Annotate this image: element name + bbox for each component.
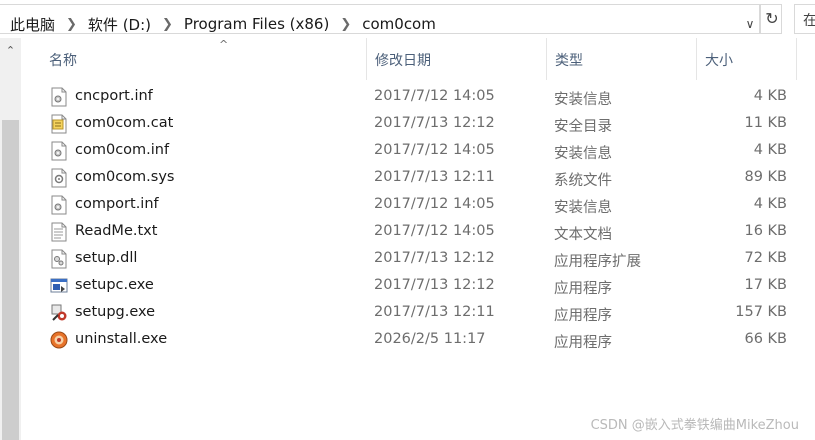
file-date: 2017/7/12 14:05 — [374, 142, 495, 158]
column-header: 名称 ^ 修改日期 类型 大小 — [21, 38, 815, 82]
file-date: 2017/7/13 12:12 — [374, 250, 495, 266]
file-date: 2017/7/13 12:12 — [374, 277, 495, 293]
file-type: 系统文件 — [554, 173, 612, 189]
file-type: 安装信息 — [554, 200, 612, 216]
file-date: 2017/7/12 14:05 — [374, 196, 495, 212]
inf-file-icon — [51, 195, 67, 215]
file-name: setup.dll — [75, 250, 138, 266]
column-name-label: 名称 — [49, 53, 77, 69]
breadcrumb-program-files[interactable]: Program Files (x86) — [182, 15, 331, 33]
scrollbar-thumb[interactable] — [2, 120, 19, 440]
file-name: com0com.sys — [75, 169, 175, 185]
file-size: 89 KB — [744, 169, 787, 185]
file-name: setupg.exe — [75, 304, 156, 320]
refresh-icon: ↻ — [765, 9, 779, 28]
chevron-right-icon[interactable]: ❯ — [331, 17, 360, 32]
file-size: 16 KB — [744, 223, 787, 239]
file-type: 应用程序 — [554, 281, 612, 297]
file-date: 2026/2/5 11:17 — [374, 331, 486, 347]
file-row[interactable]: ReadMe.txt 2017/7/12 14:05 文本文档 16 KB — [21, 219, 815, 246]
file-type: 应用程序 — [554, 308, 612, 324]
file-name: cncport.inf — [75, 88, 153, 104]
address-bar[interactable]: 此电脑 ❯ 软件 (D:) ❯ Program Files (x86) ❯ co… — [0, 4, 760, 34]
uninstall-exe-icon — [50, 331, 68, 349]
file-row[interactable]: com0com.sys 2017/7/13 12:11 系统文件 89 KB — [21, 165, 815, 192]
file-date: 2017/7/13 12:11 — [374, 304, 495, 320]
inf-file-icon — [51, 87, 67, 107]
file-type: 安装信息 — [554, 92, 612, 108]
file-date: 2017/7/13 12:11 — [374, 169, 495, 185]
file-name: ReadMe.txt — [75, 223, 158, 239]
file-name: uninstall.exe — [75, 331, 168, 347]
scroll-up-icon[interactable]: ⌃ — [3, 44, 18, 58]
breadcrumb-this-pc[interactable]: 此电脑 — [8, 14, 57, 35]
file-name: setupc.exe — [75, 277, 154, 293]
column-header-date[interactable]: 修改日期 — [367, 38, 547, 80]
file-row[interactable]: cncport.inf 2017/7/12 14:05 安装信息 4 KB — [21, 84, 815, 111]
text-file-icon — [51, 222, 67, 242]
watermark-text: CSDN @嵌入式拳铁编曲MikeZhou — [590, 418, 799, 433]
file-size: 4 KB — [753, 142, 787, 158]
column-type-label: 类型 — [555, 53, 583, 69]
column-header-type[interactable]: 类型 — [547, 38, 697, 80]
breadcrumb-com0com[interactable]: com0com — [360, 15, 438, 33]
file-type: 安装信息 — [554, 146, 612, 162]
vertical-scrollbar[interactable]: ⌃ — [0, 38, 21, 440]
file-size: 72 KB — [744, 250, 787, 266]
dll-file-icon — [51, 249, 67, 269]
gui-exe-icon — [51, 304, 67, 321]
file-row[interactable]: com0com.cat 2017/7/13 12:12 安全目录 11 KB — [21, 111, 815, 138]
catalog-file-icon — [51, 114, 67, 134]
file-size: 4 KB — [753, 88, 787, 104]
history-dropdown-icon[interactable]: ∨ — [741, 15, 759, 33]
refresh-button[interactable]: ↻ — [760, 4, 782, 34]
search-box[interactable]: 在 — [794, 4, 815, 34]
file-size: 17 KB — [744, 277, 787, 293]
sys-file-icon — [51, 168, 67, 188]
file-row[interactable]: setupg.exe 2017/7/13 12:11 应用程序 157 KB — [21, 300, 815, 327]
file-date: 2017/7/12 14:05 — [374, 223, 495, 239]
column-date-label: 修改日期 — [375, 53, 431, 69]
search-placeholder: 在 — [803, 13, 815, 29]
file-name: com0com.inf — [75, 142, 170, 158]
inf-file-icon — [51, 141, 67, 161]
file-type: 应用程序 — [554, 335, 612, 351]
chevron-right-icon[interactable]: ❯ — [57, 17, 86, 32]
file-size: 11 KB — [744, 115, 787, 131]
file-name: comport.inf — [75, 196, 159, 212]
console-exe-icon — [50, 278, 68, 293]
file-type: 文本文档 — [554, 227, 612, 243]
file-row[interactable]: setup.dll 2017/7/13 12:12 应用程序扩展 72 KB — [21, 246, 815, 273]
column-size-label: 大小 — [705, 53, 733, 69]
column-header-name[interactable]: 名称 ^ — [41, 38, 367, 80]
breadcrumb-drive-d[interactable]: 软件 (D:) — [86, 14, 153, 35]
address-bar-area: 此电脑 ❯ 软件 (D:) ❯ Program Files (x86) ❯ co… — [0, 0, 815, 38]
file-size: 157 KB — [735, 304, 787, 320]
breadcrumb: 此电脑 ❯ 软件 (D:) ❯ Program Files (x86) ❯ co… — [8, 11, 438, 37]
file-size: 4 KB — [753, 196, 787, 212]
file-type: 安全目录 — [554, 119, 612, 135]
file-row[interactable]: uninstall.exe 2026/2/5 11:17 应用程序 66 KB — [21, 327, 815, 354]
column-header-size[interactable]: 大小 — [697, 38, 797, 80]
file-row[interactable]: comport.inf 2017/7/12 14:05 安装信息 4 KB — [21, 192, 815, 219]
file-type: 应用程序扩展 — [554, 254, 641, 270]
sort-ascending-icon: ^ — [219, 38, 229, 51]
file-row[interactable]: setupc.exe 2017/7/13 12:12 应用程序 17 KB — [21, 273, 815, 300]
chevron-right-icon[interactable]: ❯ — [153, 17, 182, 32]
file-date: 2017/7/12 14:05 — [374, 88, 495, 104]
file-size: 66 KB — [744, 331, 787, 347]
file-name: com0com.cat — [75, 115, 174, 131]
file-row[interactable]: com0com.inf 2017/7/12 14:05 安装信息 4 KB — [21, 138, 815, 165]
file-date: 2017/7/13 12:12 — [374, 115, 495, 131]
